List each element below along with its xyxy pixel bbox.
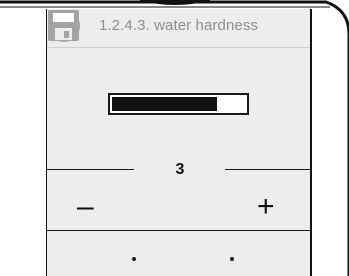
floppy-disk-icon[interactable] bbox=[47, 9, 80, 42]
device-frame: 1.2.4.3. water hardness 3 – + bbox=[0, 0, 349, 276]
display-screen: 1.2.4.3. water hardness 3 – + bbox=[47, 9, 310, 276]
increase-button[interactable]: + bbox=[257, 192, 275, 222]
hardness-value: 3 bbox=[175, 161, 185, 178]
level-bar bbox=[108, 93, 249, 115]
separator-dot bbox=[132, 257, 136, 261]
value-divider-right bbox=[225, 169, 310, 170]
menu-title: 1.2.4.3. water hardness bbox=[98, 17, 259, 34]
value-divider-left bbox=[47, 169, 134, 170]
footer-divider bbox=[47, 230, 310, 231]
level-bar-fill bbox=[112, 97, 217, 111]
title-divider bbox=[47, 47, 310, 48]
decrease-button[interactable]: – bbox=[77, 192, 94, 222]
separator-dot bbox=[230, 257, 234, 261]
